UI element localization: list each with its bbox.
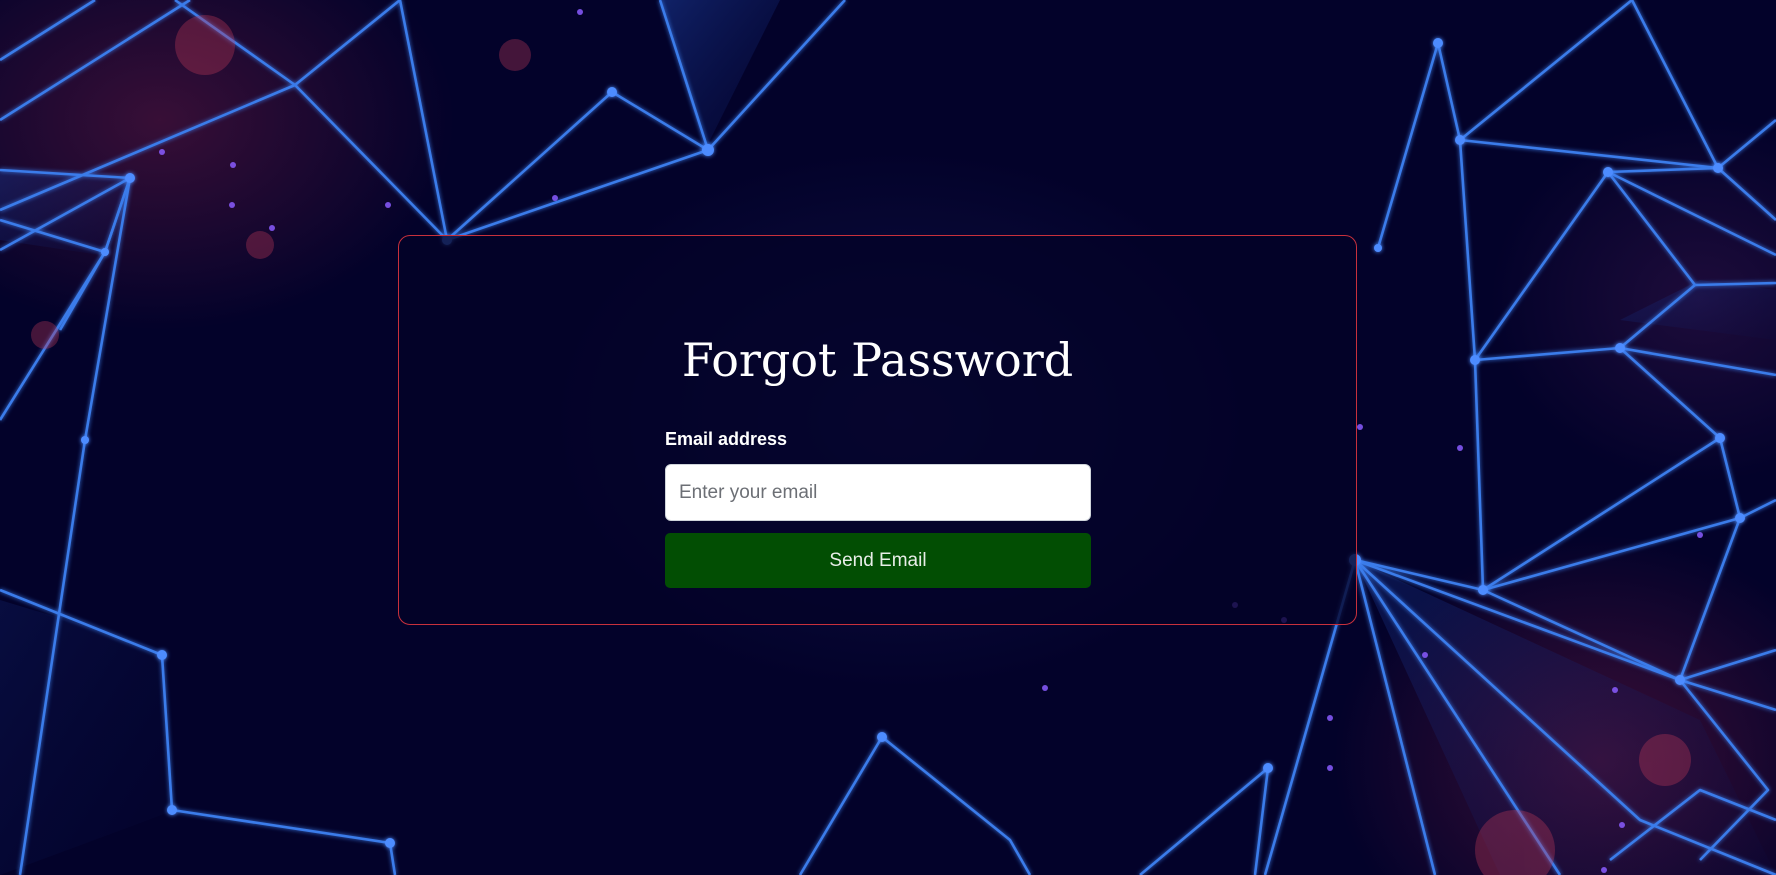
email-input[interactable] <box>665 464 1091 521</box>
forgot-password-card: Forgot Password Email address Send Email <box>398 235 1357 625</box>
send-email-button[interactable]: Send Email <box>665 533 1091 588</box>
page-title: Forgot Password <box>681 333 1074 387</box>
email-label: Email address <box>665 429 788 449</box>
page-background: Forgot Password Email address Send Email <box>0 0 1776 875</box>
